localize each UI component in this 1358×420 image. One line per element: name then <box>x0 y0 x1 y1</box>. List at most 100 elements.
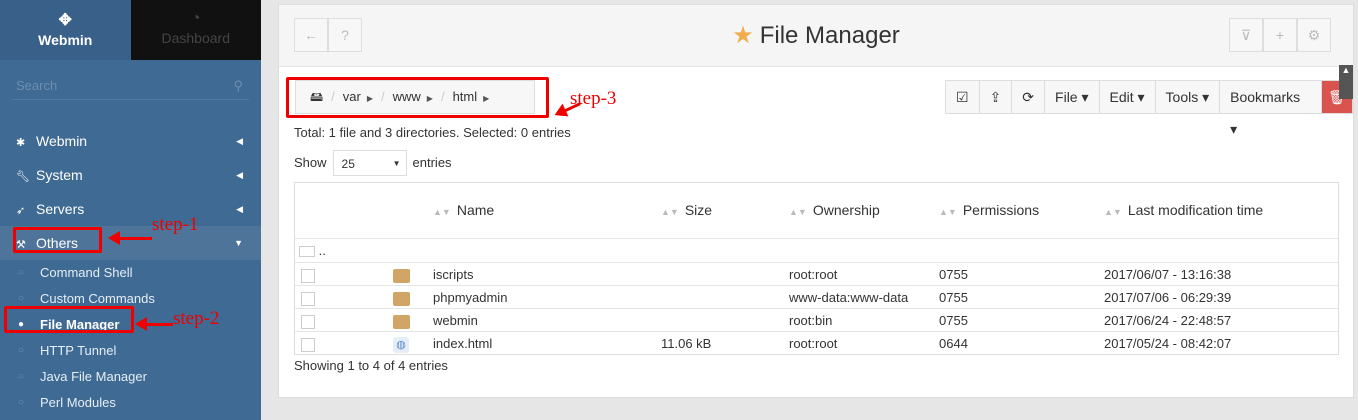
folder-icon <box>393 268 410 283</box>
file-size <box>661 309 789 331</box>
parent-dir-label: .. <box>318 243 326 258</box>
file-size <box>661 286 789 308</box>
table-header: ▲▼ Name ▲▼ Size ▲▼ Ownership ▲▼ Permissions … <box>295 183 1338 238</box>
col-size[interactable]: ▲▼ Size <box>661 183 789 238</box>
file-size <box>661 263 789 285</box>
table-row[interactable]: ◍ index.html 11.06 kB root:root 0644 201… <box>295 331 1338 354</box>
row-checkbox[interactable] <box>301 337 315 352</box>
annotation-box-step2 <box>4 306 134 333</box>
annotation-step3: step-3 <box>570 88 617 109</box>
title-text: File Manager <box>759 22 900 49</box>
sidebar-sub-command-shell[interactable]: ○ Command Shell <box>0 260 261 286</box>
caret-down-icon: ▼ <box>392 159 401 168</box>
caret-left-icon: ◀ <box>236 204 243 214</box>
col-modified[interactable]: ▲▼ Last modification time <box>1104 183 1338 238</box>
file-owner: root:root <box>789 336 838 351</box>
file-name[interactable]: phpmyadmin <box>433 286 661 308</box>
label: File <box>1055 89 1078 105</box>
sidebar-item-system[interactable]: 🔧︎ System ◀ <box>0 158 261 192</box>
file-table: ▲▼ Name ▲▼ Size ▲▼ Ownership ▲▼ Permissions … <box>294 182 1339 355</box>
col-name[interactable]: ▲▼ Name <box>433 183 661 238</box>
col-ownership[interactable]: ▲▼ Ownership <box>789 183 939 238</box>
row-checkbox[interactable] <box>301 314 315 329</box>
row-checkbox[interactable] <box>301 268 315 283</box>
file-permissions: 0755 <box>939 267 968 282</box>
menu-label: Servers <box>36 201 85 217</box>
file-mtime: 2017/06/07 - 13:16:38 <box>1104 267 1232 282</box>
annotation-arrow <box>135 317 173 331</box>
html-file-icon: ◍ <box>393 336 409 353</box>
search-input[interactable]: Search ⚲ <box>12 78 249 100</box>
sidebar-sub-java-file-manager[interactable]: ○ Java File Manager <box>0 364 261 390</box>
summary-text: Total: 1 file and 3 directories. Selecte… <box>294 125 571 140</box>
file-permissions: 0755 <box>939 313 968 328</box>
select-value: 25 <box>341 157 355 171</box>
file-owner: www-data:www-data <box>789 290 909 305</box>
sidebar-item-servers[interactable]: ➶ Servers ◀ <box>0 192 261 226</box>
file-mtime: 2017/07/06 - 06:29:39 <box>1104 290 1232 305</box>
page-length: Show 25 ▼ entries <box>294 150 452 176</box>
tools-menu-button[interactable]: Tools ▾ <box>1155 81 1221 113</box>
bullet-icon: ○ <box>18 267 25 278</box>
panel-header: ← ? ★ File Manager ⊽ + ⚙ <box>279 5 1353 67</box>
filter-button[interactable]: ⊽ <box>1229 18 1263 52</box>
edit-menu-button[interactable]: Edit ▾ <box>1099 81 1156 113</box>
annotation-box-step1 <box>13 227 102 253</box>
tab-label: Webmin <box>38 32 93 48</box>
file-permissions: 0755 <box>939 290 968 305</box>
add-button[interactable]: + <box>1263 18 1297 52</box>
label: Tools <box>1165 89 1199 105</box>
annotation-step1: step-1 <box>152 214 199 235</box>
file-name[interactable]: index.html <box>433 332 661 354</box>
page-title: ★ File Manager <box>279 21 1353 50</box>
annotation-step2: step-2 <box>173 308 220 329</box>
dashboard-icon: ◔ <box>190 10 201 27</box>
file-name[interactable]: webmin <box>433 309 661 331</box>
caret-left-icon: ◀ <box>236 170 243 180</box>
select-all-button[interactable]: ☑ <box>946 81 980 113</box>
search-placeholder: Search <box>16 78 58 93</box>
file-size: 11.06 kB <box>661 336 712 351</box>
row-checkbox[interactable] <box>301 291 315 306</box>
submenu-label: Java File Manager <box>40 369 147 384</box>
table-row[interactable]: phpmyadmin www-data:www-data 0755 2017/0… <box>295 285 1338 308</box>
submenu-label: Perl Modules <box>40 395 116 410</box>
tab-dashboard[interactable]: ◔ Dashboard <box>130 0 261 60</box>
col-permissions[interactable]: ▲▼ Permissions <box>939 183 1104 238</box>
bookmarks-menu-button[interactable]: Bookmarks ▾ <box>1220 81 1323 137</box>
sidebar-item-webmin[interactable]: ✱ Webmin ◀ <box>0 124 261 158</box>
sidebar: ✥ Webmin ◔ Dashboard Search ⚲ ✱ Webmin ◀ 🔧︎ Sy… <box>0 0 261 420</box>
caret-left-icon: ◀ <box>236 136 243 146</box>
submenu-label: HTTP Tunnel <box>40 343 117 358</box>
gear-icon: ✱ <box>16 137 26 149</box>
tab-webmin[interactable]: ✥ Webmin <box>0 0 131 60</box>
file-mtime: 2017/06/24 - 22:48:57 <box>1104 313 1232 328</box>
file-menu-button[interactable]: File ▾ <box>1045 81 1100 113</box>
table-footer: Showing 1 to 4 of 4 entries <box>294 358 448 373</box>
table-row[interactable]: iscripts root:root 0755 2017/06/07 - 13:… <box>295 262 1338 285</box>
table-row[interactable]: webmin root:bin 0755 2017/06/24 - 22:48:… <box>295 308 1338 331</box>
file-permissions: 0644 <box>939 336 968 351</box>
file-name[interactable]: iscripts <box>433 263 661 285</box>
tab-label: Dashboard <box>161 30 231 46</box>
page-length-select[interactable]: 25 ▼ <box>332 150 407 176</box>
bullet-icon: ○ <box>18 397 25 408</box>
bullet-icon: ○ <box>18 371 25 382</box>
menu-label: Webmin <box>36 133 88 149</box>
submenu-label: Custom Commands <box>40 291 155 306</box>
parent-dir-row[interactable]: .. <box>295 238 1338 262</box>
file-owner: root:bin <box>789 313 833 328</box>
refresh-button[interactable]: ⟳ <box>1012 81 1046 113</box>
share-button[interactable]: ⇪ <box>979 81 1013 113</box>
sidebar-sub-http-tunnel[interactable]: ○ HTTP Tunnel <box>0 338 261 364</box>
settings-button[interactable]: ⚙ <box>1297 18 1331 52</box>
file-owner: root:root <box>789 267 838 282</box>
folder-icon <box>393 291 410 306</box>
folder-icon <box>393 314 410 329</box>
webmin-logo-icon: ✥ <box>58 12 72 29</box>
file-mtime: 2017/05/24 - 08:42:07 <box>1104 336 1232 351</box>
scroll-top-button[interactable]: ▲ <box>1339 65 1353 99</box>
folder-outline-icon <box>299 246 315 258</box>
sidebar-sub-perl-modules[interactable]: ○ Perl Modules <box>0 390 261 416</box>
menu-label: System <box>36 167 83 183</box>
